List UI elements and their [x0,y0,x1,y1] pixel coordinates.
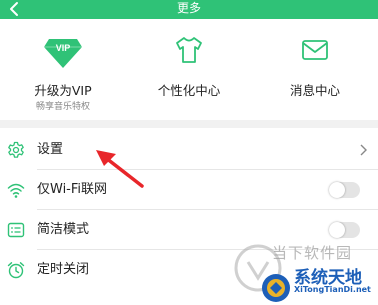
page-title: 更多 [176,1,201,15]
annotation-arrow-icon [96,150,144,188]
simple-mode-label: 简洁模式 [37,222,90,237]
watermark-text-3: XiTongTianDi.net [294,285,371,294]
tshirt-icon [176,37,202,63]
settings-row[interactable]: 设置 [0,130,378,170]
vip-badge-text: VIP [56,43,71,53]
gear-icon [8,141,24,158]
feature-sub-vip: 畅享音乐特权 [35,102,90,112]
chevron-right-icon [360,144,367,156]
wifi-only-row: 仅Wi-Fi联网 [0,170,378,210]
feature-label-messages: 消息中心 [289,83,340,98]
settings-label: 设置 [37,142,64,157]
toggle-knob [329,222,345,238]
sleep-timer-label: 定时关闭 [37,262,90,277]
toggle-knob [329,182,345,198]
feature-label-vip: 升级为VIP [34,83,92,98]
alarm-clock-icon [7,262,25,279]
wifi-only-toggle[interactable] [329,182,360,198]
upgrade-vip-button[interactable]: VIP 升级为VIP 畅享音乐特权 [0,19,126,120]
list-icon [7,222,25,238]
watermark-text-1: 当下软件园 [272,244,353,262]
simple-mode-toggle[interactable] [329,222,360,238]
top-bar: 更多 [0,0,378,19]
envelope-icon [302,40,328,60]
feature-label-personalization: 个性化中心 [157,83,221,98]
vip-diamond-icon: VIP [44,39,82,68]
personalization-center-button[interactable]: 个性化中心 [126,19,252,120]
wifi-icon [7,183,25,198]
message-center-button[interactable]: 消息中心 [252,19,378,120]
feature-panel: VIP 升级为VIP 畅享音乐特权 个性化中心 消息中心 [0,19,378,120]
